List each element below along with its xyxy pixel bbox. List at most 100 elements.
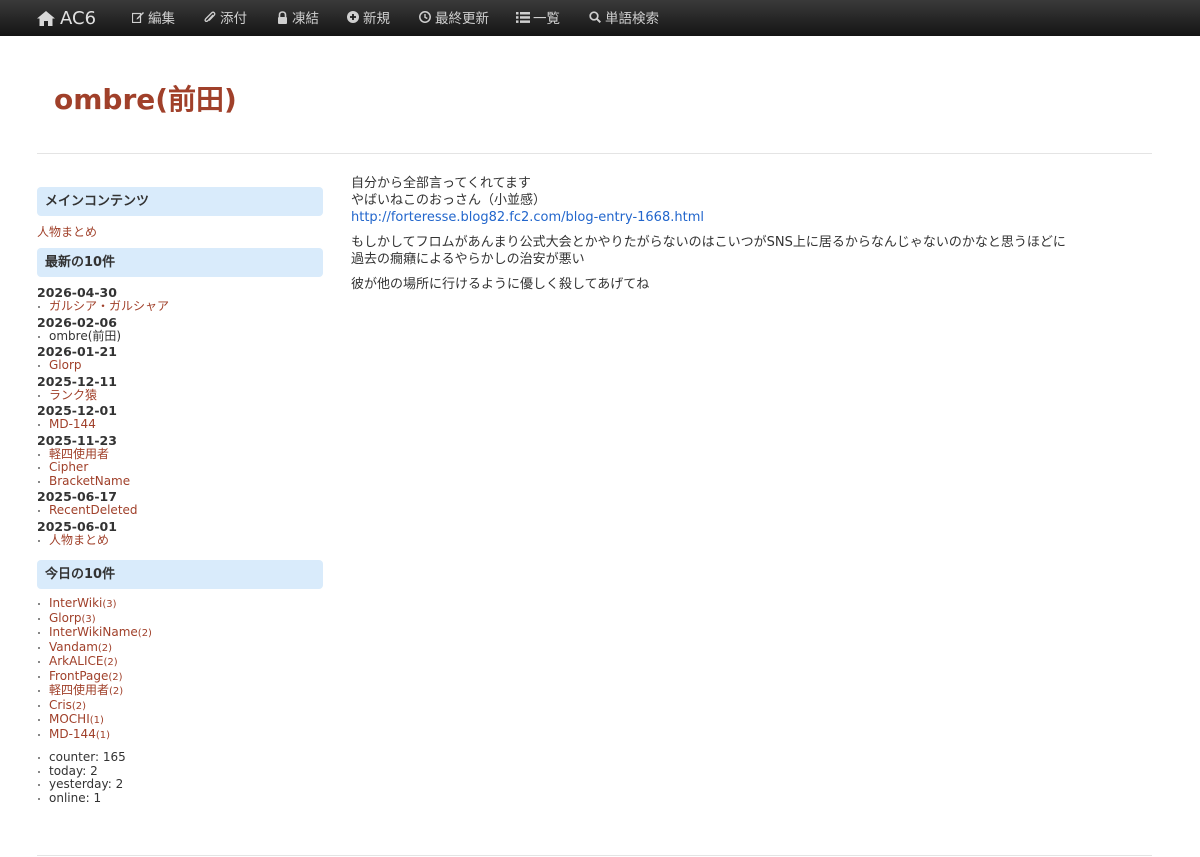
content-paragraph-1: 自分から全部言ってくれてます やばいねこのおっさん（小並感） http://fo… <box>351 175 1151 226</box>
clock-icon <box>418 10 432 24</box>
recent-page-link[interactable]: RecentDeleted <box>49 503 138 517</box>
view-count: (2) <box>103 657 118 668</box>
recent-page-link[interactable]: BracketName <box>49 474 130 488</box>
nav-edit-label: 編集 <box>148 11 175 27</box>
list-item: MOCHI(1) <box>37 712 323 728</box>
recent-heading: 最新の10件 <box>37 248 323 277</box>
recent-date: 2025-12-01 <box>37 403 117 418</box>
recent-date: 2026-02-06 <box>37 314 117 330</box>
today-list: InterWiki(3) Glorp(3) InterWikiName(2) Vand… <box>37 596 323 743</box>
counter-yesterday: yesterday: 2 <box>37 777 323 792</box>
recent-group-items: ombre(前田) <box>37 329 323 344</box>
list-item: FrontPage(2) <box>37 669 323 685</box>
list-item: 軽四使用者(2) <box>37 683 323 699</box>
content-paragraph-2: もしかしてフロムがあんまり公式大会とかやりたがらないのはこいつがSNS上に居るか… <box>351 234 1151 268</box>
list-item: 軽四使用者 <box>37 447 323 462</box>
nav-freeze-label: 凍結 <box>292 11 319 27</box>
recent-page-link[interactable]: 人物まとめ <box>49 533 109 547</box>
today-page-link[interactable]: InterWiki <box>49 596 102 610</box>
brand-link[interactable]: AC6 <box>37 0 96 36</box>
content-text: 過去の癇癪によるやらかしの治安が悪い <box>351 252 585 267</box>
edit-icon <box>131 10 145 24</box>
recent-page-link[interactable]: ランク猿 <box>49 388 97 402</box>
search-icon <box>588 10 602 24</box>
view-count: (3) <box>81 613 96 625</box>
title-divider <box>37 153 1152 154</box>
nav-new[interactable]: 新規 <box>346 0 390 34</box>
view-count: (2) <box>97 642 113 654</box>
today-page-link[interactable]: MD-144 <box>49 727 96 741</box>
nav-list-label: 一覧 <box>533 11 560 27</box>
today-page-link[interactable]: ArkALICE <box>49 654 104 668</box>
nav-search[interactable]: 単語検索 <box>588 0 659 34</box>
view-count: (1) <box>95 729 110 741</box>
recent-date: 2025-06-17 <box>37 489 117 504</box>
list-item: Vandam(2) <box>37 640 323 656</box>
list-icon <box>516 10 530 24</box>
home-icon <box>37 10 55 26</box>
list-item: Glorp(3) <box>37 611 323 627</box>
nav-search-label: 単語検索 <box>605 11 659 27</box>
recent-page-link[interactable]: 軽四使用者 <box>49 447 109 461</box>
view-count: (2) <box>137 628 152 639</box>
list-item: MD-144(1) <box>37 727 323 743</box>
view-count: (2) <box>71 700 87 712</box>
list-item: Cipher <box>37 460 323 475</box>
list-item: BracketName <box>37 474 323 489</box>
recent-group-items: 人物まとめ <box>37 533 323 548</box>
brand-label: AC6 <box>60 7 97 29</box>
external-link[interactable]: http://forteresse.blog82.fc2.com/blog-en… <box>351 210 704 225</box>
list-item: ランク猿 <box>37 388 323 403</box>
recent-group-items: ガルシア・ガルシャア <box>37 299 323 314</box>
counter-list: counter: 165 today: 2 yesterday: 2 onlin… <box>37 750 323 806</box>
nav-edit[interactable]: 編集 <box>131 0 175 34</box>
today-page-link[interactable]: FrontPage <box>49 669 108 683</box>
counter-total: counter: 165 <box>37 750 323 765</box>
list-item: MD-144 <box>37 417 323 432</box>
recent-page-link[interactable]: Glorp <box>49 358 82 372</box>
recent-date: 2026-04-30 <box>37 285 117 300</box>
list-item: RecentDeleted <box>37 503 323 518</box>
page-title: ombre(前田) <box>54 83 237 116</box>
today-page-link[interactable]: MOCHI <box>49 712 90 726</box>
today-page-link[interactable]: InterWikiName <box>49 625 138 639</box>
today-page-link[interactable]: 軽四使用者 <box>49 683 109 697</box>
today-page-link[interactable]: Cris <box>49 698 72 712</box>
main-content: 自分から全部言ってくれてます やばいねこのおっさん（小並感） http://fo… <box>351 175 1151 301</box>
content-paragraph-3: 彼が他の場所に行けるように優しく殺してあげてね <box>351 277 650 292</box>
nav-freeze[interactable]: 凍結 <box>275 0 319 34</box>
recent-list: 2026-04-30 ガルシア・ガルシャア 2026-02-06 ombre(前田) 2… <box>37 286 323 547</box>
recent-date: 2026-01-21 <box>37 344 117 359</box>
paperclip-icon <box>203 10 217 24</box>
main-contents-heading: メインコンテンツ <box>37 187 323 216</box>
nav-recent-label: 最終更新 <box>435 11 489 27</box>
counter-today: today: 2 <box>37 764 323 779</box>
nav-recent[interactable]: 最終更新 <box>418 0 489 34</box>
footer-divider <box>37 855 1152 856</box>
list-item: InterWiki(3) <box>37 596 323 612</box>
list-item: 人物まとめ <box>37 533 323 548</box>
recent-group-items: Glorp <box>37 358 323 373</box>
view-count: (2) <box>108 671 123 683</box>
list-item: Cris(2) <box>37 698 323 714</box>
counter-online: online: 1 <box>37 791 323 806</box>
today-heading: 今日の10件 <box>37 560 323 589</box>
recent-page-link[interactable]: Cipher <box>49 460 88 474</box>
nav-attach[interactable]: 添付 <box>203 0 247 34</box>
list-item: ombre(前田) <box>37 329 323 344</box>
nav-new-label: 新規 <box>363 11 390 27</box>
recent-page-link[interactable]: ガルシア・ガルシャア <box>49 299 169 313</box>
recent-group-items: RecentDeleted <box>37 503 323 518</box>
nav-list[interactable]: 一覧 <box>516 0 560 34</box>
view-count: (1) <box>89 715 104 726</box>
today-page-link[interactable]: Glorp <box>49 611 82 625</box>
recent-page-link[interactable]: MD-144 <box>49 417 96 431</box>
recent-date: 2025-11-23 <box>37 432 117 448</box>
recent-group-items: MD-144 <box>37 417 323 432</box>
content-text: もしかしてフロムがあんまり公式大会とかやりたがらないのはこいつがSNS上に居るか… <box>351 235 1066 250</box>
list-item: ArkALICE(2) <box>37 654 323 670</box>
today-page-link[interactable]: Vandam <box>49 640 98 654</box>
main-contents-link[interactable]: 人物まとめ <box>37 223 323 240</box>
top-navbar: AC6 編集 添付 凍結 新規 最終更新 一覧 単語検索 <box>0 0 1200 36</box>
sidebar: メインコンテンツ 人物まとめ 最新の10件 2026-04-30 ガルシア・ガルシ… <box>37 187 323 805</box>
